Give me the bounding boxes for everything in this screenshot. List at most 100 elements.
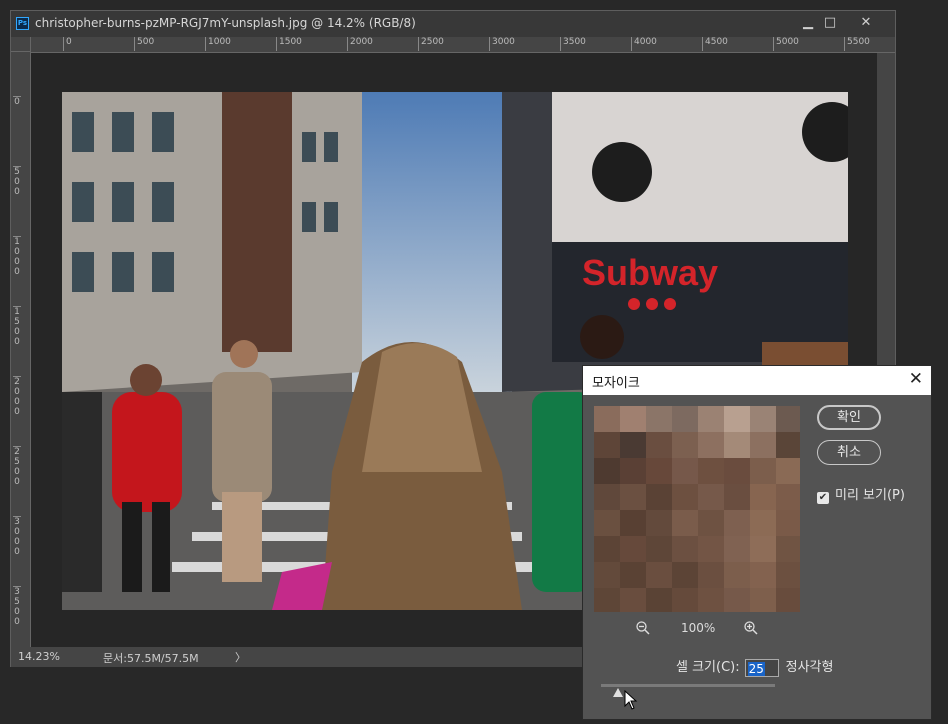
checkmark-icon[interactable]: ✔: [817, 492, 829, 504]
mosaic-cell: [724, 562, 750, 588]
ruler-label: 4000: [631, 37, 657, 51]
ruler-label: 2000: [347, 37, 373, 51]
mosaic-cell: [750, 588, 776, 612]
ruler-label: 5500: [844, 37, 870, 51]
ruler-label: 2500: [418, 37, 444, 51]
mosaic-cell: [698, 432, 724, 458]
ruler-label: 1500: [13, 306, 21, 347]
mosaic-cell: [776, 406, 800, 432]
mosaic-cell: [776, 458, 800, 484]
mosaic-cell: [620, 406, 646, 432]
mouse-cursor-icon: [624, 690, 638, 710]
mosaic-cell: [750, 406, 776, 432]
preview-zoom-level: 100%: [681, 621, 716, 635]
mosaic-cell: [620, 510, 646, 536]
mosaic-cell: [646, 458, 672, 484]
mosaic-cell: [594, 536, 620, 562]
mosaic-cell: [724, 510, 750, 536]
mosaic-cell: [672, 536, 698, 562]
preview-label: 미리 보기(P): [835, 488, 905, 503]
ruler-label: 3000: [489, 37, 515, 51]
dialog-title-bar[interactable]: 모자이크 ✕: [583, 366, 931, 395]
slider-thumb[interactable]: [613, 688, 624, 697]
mosaic-cell: [646, 562, 672, 588]
mosaic-cell: [594, 484, 620, 510]
horizontal-ruler[interactable]: 0 500 1000 1500 2000 2500 3000 3500 4000…: [31, 37, 895, 53]
mosaic-cell: [776, 510, 800, 536]
ruler-label: 0: [63, 37, 72, 51]
ruler-label: 3000: [13, 516, 21, 557]
mosaic-dialog: 모자이크 ✕ 확인 취소 ✔ 미리 보기(P) 100% 셀 크기(C): 25 정사…: [582, 365, 932, 720]
mosaic-cell: [698, 406, 724, 432]
ruler-label: 2000: [13, 376, 21, 417]
dialog-title: 모자이크: [592, 376, 640, 391]
mosaic-cell: [620, 562, 646, 588]
zoom-out-icon[interactable]: [635, 620, 651, 639]
mosaic-cell: [698, 484, 724, 510]
mosaic-cell: [672, 510, 698, 536]
ruler-label: 3500: [13, 586, 21, 627]
document-title-bar[interactable]: Ps christopher-burns-pzMP-RGJ7mY-unsplas…: [11, 11, 895, 37]
photoshop-app-icon: Ps: [16, 17, 29, 30]
cell-size-input[interactable]: 25: [744, 658, 779, 677]
mosaic-cell: [724, 588, 750, 612]
cell-size-row: 셀 크기(C): 25 정사각형: [676, 656, 833, 677]
ok-button[interactable]: 확인: [817, 405, 881, 430]
zoom-in-icon[interactable]: [743, 620, 759, 639]
mosaic-cell: [776, 484, 800, 510]
mosaic-cell: [750, 484, 776, 510]
mosaic-cell: [620, 484, 646, 510]
ruler-label: 500: [13, 166, 21, 197]
ruler-origin[interactable]: [11, 37, 31, 52]
zoom-readout[interactable]: 14.23%: [18, 650, 60, 663]
subway-sign-text: Subway: [582, 252, 718, 293]
mosaic-cell: [750, 432, 776, 458]
ruler-label: 0: [13, 96, 21, 107]
mosaic-cell: [672, 484, 698, 510]
mosaic-cell: [672, 562, 698, 588]
ruler-label: 1500: [276, 37, 302, 51]
cell-size-slider[interactable]: [601, 684, 775, 687]
close-window-button[interactable]: ✕: [853, 14, 879, 32]
ruler-label: 4500: [702, 37, 728, 51]
ruler-label: 1000: [13, 236, 21, 277]
ruler-label: 500: [134, 37, 154, 51]
mosaic-preview-grid: [594, 406, 800, 612]
preview-zoom-controls: 100%: [635, 620, 765, 636]
dialog-close-button[interactable]: ✕: [909, 369, 923, 389]
mosaic-cell: [776, 432, 800, 458]
mosaic-cell: [750, 536, 776, 562]
preview-checkbox[interactable]: ✔ 미리 보기(P): [817, 484, 905, 504]
mosaic-cell: [620, 588, 646, 612]
filter-preview[interactable]: [594, 406, 800, 612]
mosaic-cell: [646, 588, 672, 612]
mosaic-cell: [672, 406, 698, 432]
cancel-button[interactable]: 취소: [817, 440, 881, 465]
vertical-ruler[interactable]: 0 500 1000 1500 2000 2500 3000 3500: [11, 52, 31, 647]
mosaic-cell: [646, 432, 672, 458]
ruler-label: 5000: [773, 37, 799, 51]
mosaic-cell: [698, 536, 724, 562]
maximize-button[interactable]: □: [817, 14, 843, 32]
ruler-label: 3500: [560, 37, 586, 51]
mosaic-cell: [594, 562, 620, 588]
cell-size-label: 셀 크기(C):: [676, 660, 740, 675]
mosaic-cell: [698, 562, 724, 588]
mosaic-cell: [672, 588, 698, 612]
mosaic-cell: [646, 536, 672, 562]
mosaic-cell: [750, 458, 776, 484]
mosaic-cell: [620, 536, 646, 562]
ruler-label: 1000: [205, 37, 231, 51]
mosaic-cell: [776, 588, 800, 612]
status-menu-arrow-icon[interactable]: 〉: [235, 649, 246, 665]
mosaic-cell: [672, 432, 698, 458]
mosaic-cell: [594, 406, 620, 432]
mosaic-cell: [620, 458, 646, 484]
ruler-label: 2500: [13, 446, 21, 487]
document-title: christopher-burns-pzMP-RGJ7mY-unsplash.j…: [35, 16, 416, 30]
mosaic-cell: [724, 432, 750, 458]
mosaic-cell: [724, 536, 750, 562]
mosaic-cell: [776, 562, 800, 588]
mosaic-cell: [594, 432, 620, 458]
mosaic-cell: [698, 510, 724, 536]
